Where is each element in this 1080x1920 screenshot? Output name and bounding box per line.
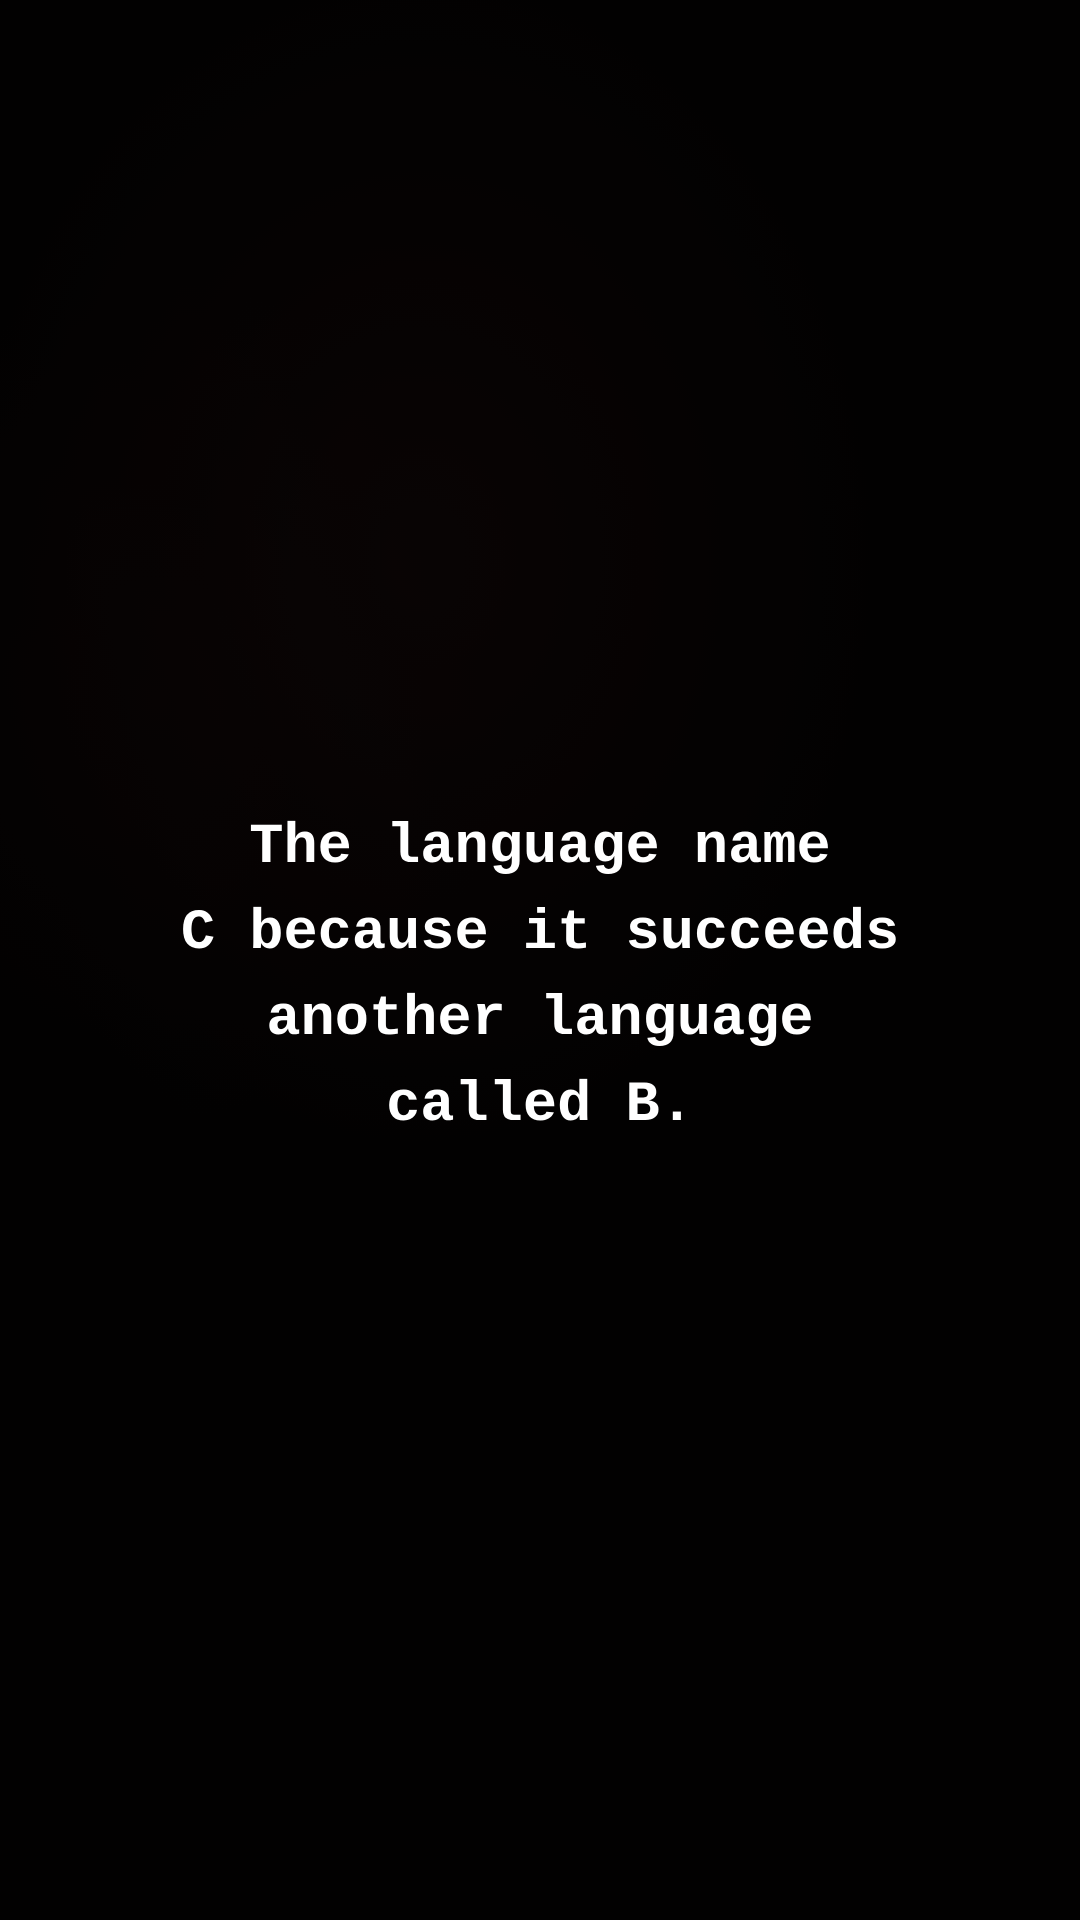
story-background: The language name C because it succeeds … <box>0 0 1080 1920</box>
caption-line-2: C because it succeeds <box>180 902 900 966</box>
caption-line-4: called B. <box>386 1074 694 1138</box>
caption-line-3: another language <box>266 988 814 1052</box>
caption-line-1: The language name <box>249 816 831 880</box>
caption-text: The language name C because it succeeds … <box>0 805 1080 1149</box>
